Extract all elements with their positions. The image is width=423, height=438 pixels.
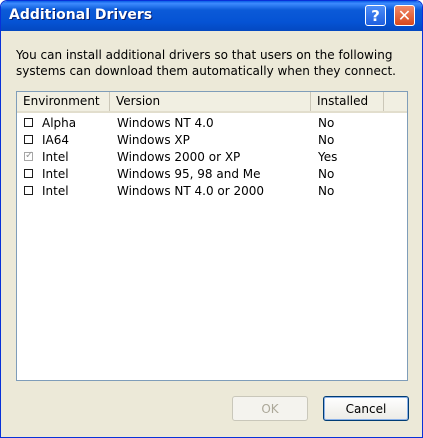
table-row[interactable]: ✓ Intel Windows 2000 or XP Yes xyxy=(17,149,407,165)
dialog-window: Additional Drivers ? ✕ You can install a… xyxy=(0,0,423,438)
column-header-environment[interactable]: Environment xyxy=(17,92,110,111)
version-cell: Windows 95, 98 and Me xyxy=(117,167,261,181)
cancel-button[interactable]: Cancel xyxy=(323,396,409,421)
environment-cell: Intel xyxy=(42,184,69,198)
row-checkbox[interactable] xyxy=(24,186,33,195)
description-text: You can install additional drivers so th… xyxy=(16,48,396,78)
column-header-filler xyxy=(384,92,407,111)
ok-button[interactable]: OK xyxy=(232,396,308,421)
help-button[interactable]: ? xyxy=(365,5,386,26)
table-row[interactable]: Alpha Windows NT 4.0 No xyxy=(17,115,407,131)
version-cell: Windows XP xyxy=(117,133,190,147)
row-checkbox[interactable] xyxy=(24,169,33,178)
drivers-list[interactable]: Environment Version Installed Alpha Wind… xyxy=(16,91,408,381)
installed-cell: No xyxy=(318,116,335,130)
version-cell: Windows 2000 or XP xyxy=(117,150,241,164)
window-title: Additional Drivers xyxy=(9,7,153,23)
title-bar[interactable]: Additional Drivers ? ✕ xyxy=(1,1,422,31)
row-checkbox[interactable] xyxy=(24,135,33,144)
list-header: Environment Version Installed xyxy=(17,92,407,113)
table-row[interactable]: IA64 Windows XP No xyxy=(17,132,407,148)
installed-cell: Yes xyxy=(318,150,338,164)
environment-cell: Intel xyxy=(42,167,69,181)
table-row[interactable]: Intel Windows 95, 98 and Me No xyxy=(17,166,407,182)
table-row[interactable]: Intel Windows NT 4.0 or 2000 No xyxy=(17,183,407,199)
help-icon: ? xyxy=(371,6,380,25)
checkmark-icon: ✓ xyxy=(25,150,34,161)
installed-cell: No xyxy=(318,133,335,147)
close-button[interactable]: ✕ xyxy=(394,5,415,26)
version-cell: Windows NT 4.0 xyxy=(117,116,214,130)
column-header-version[interactable]: Version xyxy=(110,92,311,111)
column-header-installed[interactable]: Installed xyxy=(311,92,384,111)
row-checkbox: ✓ xyxy=(24,150,33,161)
row-checkbox[interactable] xyxy=(24,118,33,127)
installed-cell: No xyxy=(318,167,335,181)
close-icon: ✕ xyxy=(397,6,412,25)
installed-cell: No xyxy=(318,184,335,198)
environment-cell: Alpha xyxy=(42,116,77,130)
version-cell: Windows NT 4.0 or 2000 xyxy=(117,184,265,198)
environment-cell: Intel xyxy=(42,150,69,164)
environment-cell: IA64 xyxy=(42,133,70,147)
